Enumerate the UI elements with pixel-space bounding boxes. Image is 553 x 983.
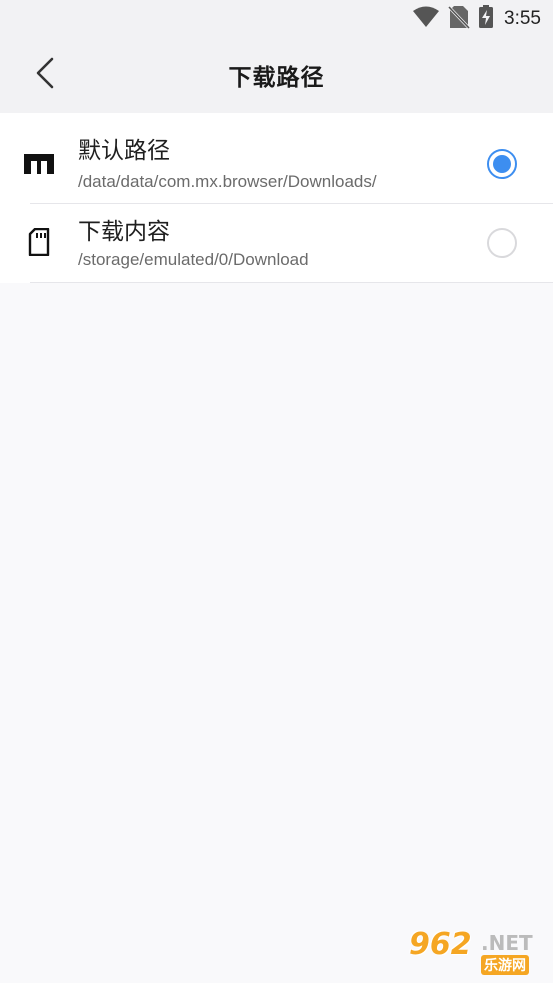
- option-title: 下载内容: [78, 219, 170, 245]
- page-title: 下载路径: [228, 65, 325, 91]
- status-time: 3:55: [504, 8, 541, 29]
- watermark-suffix: .NET: [481, 931, 533, 955]
- option-path: /storage/emulated/0/Download: [78, 250, 309, 269]
- radio-download-content[interactable]: [487, 228, 517, 258]
- internal-storage-icon: [23, 150, 55, 178]
- option-path: /data/data/com.mx.browser/Downloads/: [78, 172, 377, 191]
- watermark-logo: 962 .NET 乐游网: [405, 927, 545, 977]
- option-download-content[interactable]: 下载内容 /storage/emulated/0/Download: [28, 203, 553, 283]
- option-title: 默认路径: [78, 138, 170, 164]
- status-icons: 3:55: [412, 5, 541, 33]
- wifi-icon: [412, 6, 440, 32]
- battery-charging-icon: [478, 5, 494, 33]
- status-bar: 3:55: [0, 0, 553, 38]
- watermark-site: 乐游网: [481, 955, 529, 975]
- radio-default-path[interactable]: [487, 149, 517, 179]
- watermark-number: 962: [409, 927, 472, 962]
- no-sim-icon: [447, 5, 471, 33]
- sd-card-icon: [23, 228, 55, 256]
- app-bar: 下载路径: [0, 38, 553, 113]
- option-default-path[interactable]: 默认路径 /data/data/com.mx.browser/Downloads…: [0, 113, 553, 203]
- download-path-list: 默认路径 /data/data/com.mx.browser/Downloads…: [0, 113, 553, 283]
